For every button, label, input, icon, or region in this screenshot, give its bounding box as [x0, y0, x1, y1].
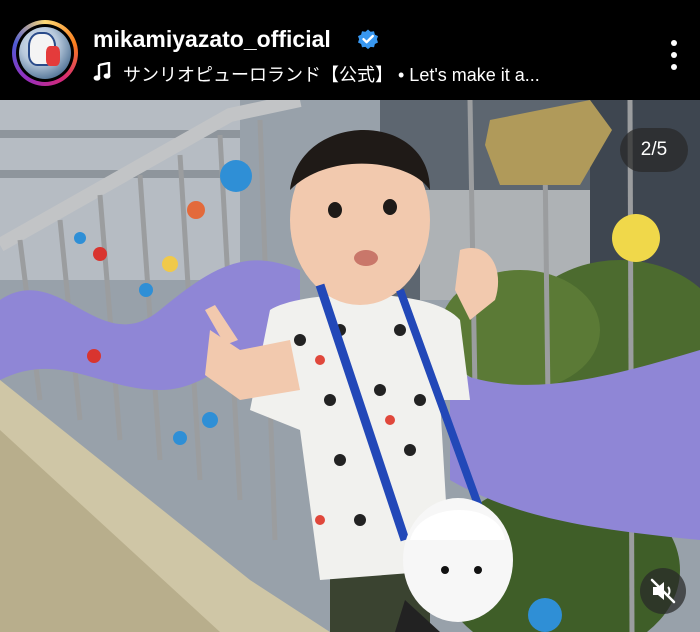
media-counter: 2/5 — [620, 128, 688, 172]
post-photo[interactable] — [0, 100, 700, 632]
verified-badge-icon — [358, 29, 378, 50]
mute-button[interactable] — [640, 568, 686, 614]
post-header: mikamiyazato_official サンリオピューロランド【公式】 • … — [0, 0, 700, 100]
photo-illustration — [0, 100, 700, 632]
audio-attribution[interactable]: サンリオピューロランド【公式】 • Let's make it a... — [123, 61, 623, 87]
username[interactable]: mikamiyazato_official — [93, 26, 331, 53]
avatar-image — [16, 24, 74, 82]
muted-speaker-icon — [650, 578, 676, 604]
profile-avatar[interactable] — [12, 20, 78, 86]
more-options-icon[interactable] — [662, 38, 686, 72]
music-note-icon — [93, 62, 111, 81]
